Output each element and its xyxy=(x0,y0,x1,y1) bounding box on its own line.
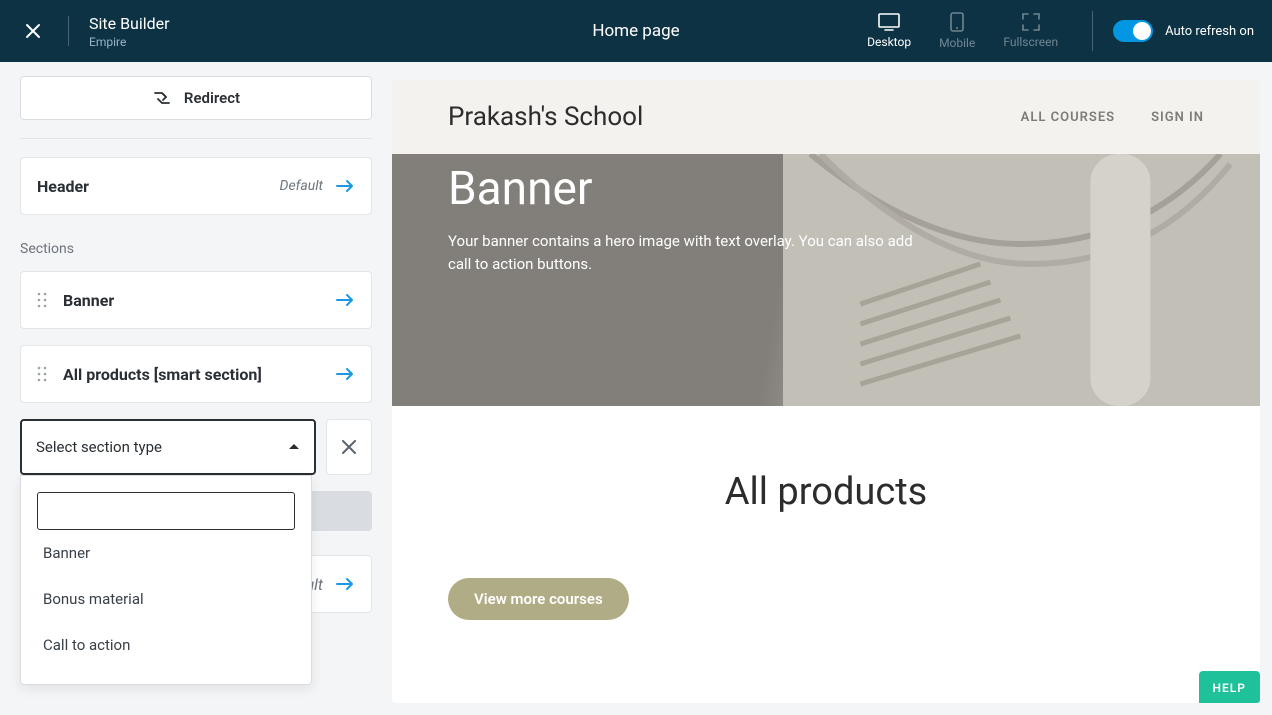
products-title: All products xyxy=(448,470,1204,514)
theme-name: Empire xyxy=(89,35,170,49)
dropdown-option-bonus-material[interactable]: Bonus material xyxy=(37,576,295,622)
divider xyxy=(68,16,69,46)
toggle-knob xyxy=(1133,22,1151,40)
separator xyxy=(20,138,372,139)
nav-all-courses[interactable]: ALL COURSES xyxy=(1021,110,1115,125)
section-item-all-products[interactable]: All products [smart section] xyxy=(20,345,372,403)
header-label: Header xyxy=(37,177,89,196)
preview-products: All products View more courses xyxy=(392,406,1260,684)
device-fullscreen-label: Fullscreen xyxy=(1003,35,1058,49)
device-mobile-label: Mobile xyxy=(939,36,975,50)
dropdown-option-banner[interactable]: Banner xyxy=(37,530,295,576)
section-type-dropdown: Banner Bonus material Call to action xyxy=(20,475,312,685)
device-mobile[interactable]: Mobile xyxy=(939,12,975,50)
page-name: Home page xyxy=(592,21,679,41)
preview-banner: Banner Your banner contains a hero image… xyxy=(392,154,1260,406)
desktop-icon xyxy=(878,13,900,31)
divider xyxy=(1092,11,1093,51)
section-item-label: All products [smart section] xyxy=(63,365,262,384)
select-placeholder: Select section type xyxy=(36,438,162,456)
dropdown-option-call-to-action[interactable]: Call to action xyxy=(37,622,295,668)
section-item-banner[interactable]: Banner xyxy=(20,271,372,329)
section-item-label: Banner xyxy=(63,291,114,310)
arrow-right-icon xyxy=(335,179,355,193)
close-button[interactable] xyxy=(18,16,48,46)
arrow-right-icon xyxy=(335,577,355,591)
fullscreen-icon xyxy=(1022,13,1040,31)
close-icon xyxy=(342,440,356,454)
view-more-button[interactable]: View more courses xyxy=(448,578,629,620)
drag-handle-icon[interactable] xyxy=(37,366,47,382)
device-desktop[interactable]: Desktop xyxy=(867,13,911,49)
preview-pane: Prakash's School ALL COURSES SIGN IN xyxy=(392,62,1272,715)
redirect-icon xyxy=(152,90,172,106)
preview-frame: Prakash's School ALL COURSES SIGN IN xyxy=(392,80,1260,703)
device-desktop-label: Desktop xyxy=(867,35,911,49)
app-title: Site Builder xyxy=(89,14,170,33)
device-fullscreen[interactable]: Fullscreen xyxy=(1003,13,1058,49)
mobile-icon xyxy=(950,12,964,32)
clear-section-button[interactable] xyxy=(326,419,372,475)
caret-up-icon xyxy=(288,443,300,451)
auto-refresh-label: Auto refresh on xyxy=(1165,24,1254,39)
preview-header: Prakash's School ALL COURSES SIGN IN xyxy=(392,80,1260,154)
redirect-button[interactable]: Redirect xyxy=(20,76,372,120)
title-block: Site Builder Empire xyxy=(89,14,170,49)
close-icon xyxy=(25,23,41,39)
header-default: Default xyxy=(280,178,323,194)
topbar: Site Builder Empire Home page Desktop Mo… xyxy=(0,0,1272,62)
dropdown-search-input[interactable] xyxy=(37,492,295,530)
auto-refresh-toggle[interactable] xyxy=(1113,20,1153,42)
arrow-right-icon xyxy=(335,293,355,307)
drag-handle-icon[interactable] xyxy=(37,292,47,308)
header-row[interactable]: Header Default xyxy=(20,157,372,215)
help-button[interactable]: HELP xyxy=(1199,671,1260,703)
redirect-label: Redirect xyxy=(184,89,240,107)
school-title: Prakash's School xyxy=(448,102,643,132)
section-type-row: Select section type Banner Bonus materia… xyxy=(20,419,372,475)
arrow-right-icon xyxy=(335,367,355,381)
section-type-select[interactable]: Select section type xyxy=(20,419,316,475)
banner-title: Banner xyxy=(448,162,1204,216)
banner-description: Your banner contains a hero image with t… xyxy=(448,230,918,275)
sidebar: Redirect Header Default Sections Banner … xyxy=(0,62,392,715)
nav-sign-in[interactable]: SIGN IN xyxy=(1151,110,1204,125)
sections-label: Sections xyxy=(20,241,372,257)
